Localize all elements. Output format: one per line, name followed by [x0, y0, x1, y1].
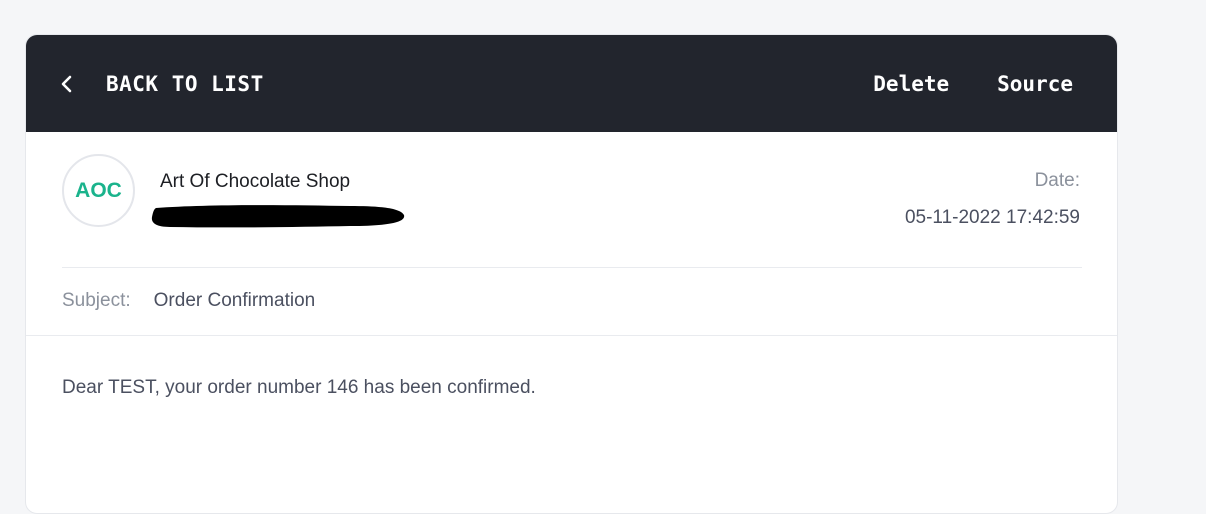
chevron-left-icon — [60, 73, 74, 95]
message-toolbar: BACK TO LIST Delete Source — [26, 35, 1117, 132]
subject-label: Subject: — [62, 290, 131, 311]
subject-row: Subject: Order Confirmation — [62, 267, 1082, 335]
toolbar-actions: Delete Source — [825, 35, 1073, 132]
message-header: AOC Art Of Chocolate Shop Date: 05-11-20… — [62, 132, 1082, 268]
back-to-list-button[interactable]: BACK TO LIST — [60, 35, 264, 132]
back-to-list-label: BACK TO LIST — [106, 71, 264, 96]
redacted-sender-email — [151, 205, 405, 228]
delete-button[interactable]: Delete — [873, 72, 949, 96]
message-card: BACK TO LIST Delete Source AOC Art Of Ch… — [25, 34, 1118, 514]
date-value: 05-11-2022 17:42:59 — [904, 207, 1080, 228]
sender-avatar: AOC — [62, 154, 135, 227]
subject-value: Order Confirmation — [153, 290, 316, 311]
date-label: Date: — [1034, 170, 1080, 191]
source-button[interactable]: Source — [997, 72, 1073, 96]
message-body: Dear TEST, your order number 146 has bee… — [62, 377, 536, 398]
header-divider — [26, 335, 1117, 336]
sender-name: Art Of Chocolate Shop — [160, 171, 351, 192]
